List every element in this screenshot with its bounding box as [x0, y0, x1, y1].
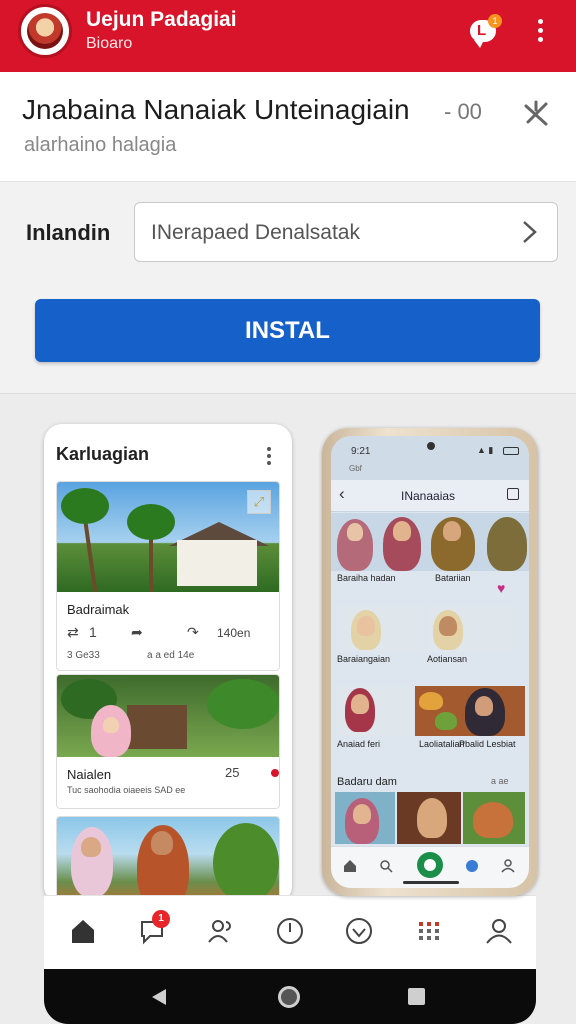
people-banner — [331, 513, 529, 571]
close-icon[interactable] — [520, 98, 552, 130]
preview-left-header: Karluagian — [56, 444, 150, 464]
phone-screen: 9:21 ▲ ▮ Gbf ‹ INanaaias Baraiha hadan B… — [331, 436, 529, 888]
notification-badge: 1 — [488, 14, 502, 28]
bottom-navigation: 1 — [44, 895, 536, 970]
profile-tile — [337, 606, 423, 652]
user-icon — [501, 859, 515, 873]
repost-icon: ⇄ — [67, 624, 79, 640]
install-field-label: Inlandin — [26, 220, 111, 245]
chat-icon[interactable]: 1 — [138, 910, 170, 946]
home-icon[interactable] — [68, 916, 98, 946]
listing-subtitle: alarhaino halagia — [24, 134, 177, 156]
post-actions: ⇄ 1 ➦ ↷ 140en — [67, 624, 271, 646]
compose-icon — [507, 488, 519, 500]
list-item — [56, 816, 280, 904]
clock-icon[interactable] — [275, 916, 305, 946]
media-tile — [335, 792, 395, 844]
home-icon — [344, 860, 356, 872]
chat-badge: 1 — [152, 910, 170, 928]
home-button-icon[interactable] — [278, 986, 300, 1008]
app-subtitle: Bioaro — [86, 35, 133, 52]
media-tile — [397, 792, 461, 844]
grid-icon[interactable] — [414, 916, 444, 946]
user-icon[interactable] — [484, 916, 514, 946]
recent-apps-icon[interactable] — [408, 988, 425, 1005]
repost-count: 1 — [89, 624, 97, 640]
signal-icon: ▲ ▮ — [477, 445, 494, 455]
phone-app-bar: ‹ INanaaias — [331, 480, 529, 512]
preview-screenshot-left[interactable]: Karluagian ⤢ Badraimak ⇄ 1 ➦ ↷ 140en 3 G… — [44, 424, 292, 904]
profile-tile — [337, 686, 413, 736]
caption: Anaiad feri — [337, 739, 381, 749]
caption: Baraiha hadan — [337, 573, 396, 583]
phone-app-title: INanaaias — [401, 489, 456, 503]
more-options-icon[interactable] — [530, 16, 550, 48]
status-sub: Gbf — [349, 464, 362, 473]
share-icon: ➦ — [131, 624, 143, 640]
caption: Laoliatalian — [419, 739, 465, 749]
search-icon — [380, 860, 393, 873]
forward-icon: ↷ — [187, 624, 199, 640]
heart-icon[interactable] — [344, 916, 374, 946]
app-logo[interactable] — [18, 4, 72, 58]
status-time: 9:21 — [351, 446, 371, 457]
post-time: 25 — [225, 765, 240, 780]
preview-more-icon — [266, 446, 272, 468]
post-meta: 3 Ge33 — [67, 650, 100, 661]
camera-notch — [427, 442, 435, 450]
listing-title-card: Jnabaina Nanaiak Unteinagiain - 00 alarh… — [0, 72, 576, 182]
people-icon[interactable] — [206, 916, 236, 946]
post-tags: Tuc saohodia oiaeeis SAD ee — [67, 785, 186, 795]
back-arrow-icon: ‹ — [339, 484, 345, 503]
chat-icon — [466, 860, 478, 872]
listing-title: Jnabaina Nanaiak Unteinagiain — [22, 94, 410, 125]
post-meta-secondary: a a ed 14e — [147, 650, 195, 661]
expand-icon: ⤢ — [247, 490, 271, 514]
system-navigation-bar — [44, 969, 536, 1024]
chevron-right-icon — [523, 221, 537, 243]
battery-icon — [503, 447, 519, 455]
app-header: Uejun Padagiai Bioaro L 1 — [0, 0, 576, 72]
like-icon — [271, 769, 279, 777]
list-item: ⤢ Badraimak ⇄ 1 ➦ ↷ 140en 3 Ge33 a a ed … — [56, 481, 280, 671]
caption: Pbalid Lesbiat — [459, 739, 516, 749]
listing-version: - 00 — [444, 99, 482, 124]
home-indicator — [403, 881, 459, 884]
caption: Baraiangaian — [337, 654, 391, 664]
list-item: Naialen 25 Tuc saohodia oiaeeis SAD ee — [56, 674, 280, 809]
preview-screenshot-right[interactable]: 9:21 ▲ ▮ Gbf ‹ INanaaias Baraiha hadan B… — [322, 428, 538, 896]
section-subtitle: a ae — [491, 776, 509, 786]
notification-icon[interactable]: L 1 — [468, 14, 502, 48]
food-tile — [415, 686, 525, 736]
post-title: Badraimak — [67, 602, 130, 617]
caption: Batariian — [435, 573, 471, 583]
profile-tile — [427, 606, 513, 652]
compose-fab-icon — [417, 852, 443, 878]
section-title: Badaru dam — [337, 776, 397, 788]
install-target-select[interactable]: INerapaed Denalsatak — [134, 202, 558, 262]
views-count: 140en — [217, 626, 251, 640]
caption: Aotiansan — [427, 654, 468, 664]
back-icon[interactable] — [152, 989, 166, 1005]
post-title: Naialen — [67, 767, 112, 782]
install-button[interactable]: INSTAL — [35, 299, 540, 362]
install-target-value: INerapaed Denalsatak — [151, 221, 360, 244]
media-tile — [463, 792, 525, 844]
post-image: ⤢ — [57, 482, 279, 592]
app-title: Uejun Padagiai — [86, 8, 237, 31]
status-bar: 9:21 ▲ ▮ Gbf — [331, 436, 529, 480]
post-image — [57, 817, 279, 904]
post-image — [57, 675, 279, 757]
